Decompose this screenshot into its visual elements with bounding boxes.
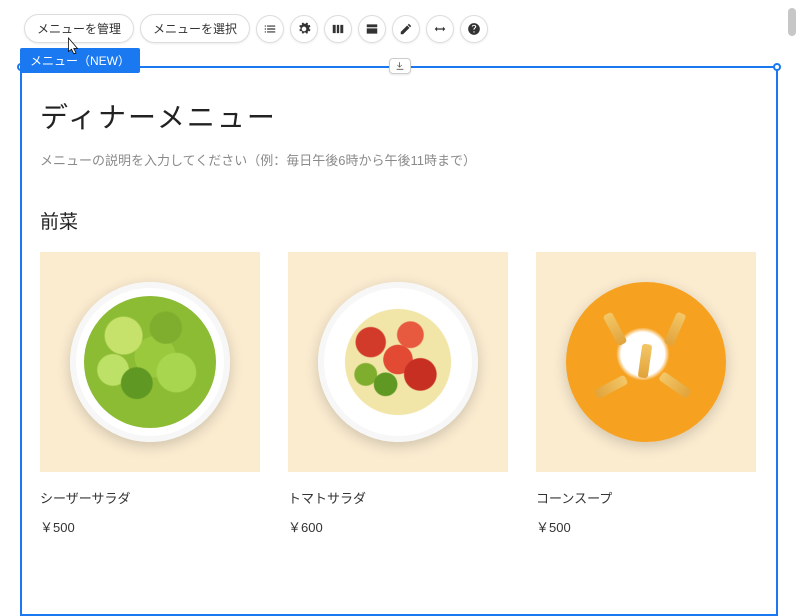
dish-card[interactable]: トマトサラダ ￥600	[288, 252, 508, 536]
list-icon[interactable]	[256, 15, 284, 43]
dish-grid: シーザーサラダ ￥500 トマトサラダ ￥600 コーンスープ ￥500	[40, 252, 758, 536]
dish-price: ￥600	[288, 517, 508, 536]
layout-icon[interactable]	[358, 15, 386, 43]
menu-canvas: ディナーメニュー メニューの説明を入力してください（例：毎日午後6時から午後11…	[20, 66, 778, 586]
dish-image	[288, 252, 508, 472]
pencil-icon[interactable]	[392, 15, 420, 43]
cursor-pointer-icon	[64, 36, 82, 58]
help-icon[interactable]	[460, 15, 488, 43]
download-icon[interactable]	[389, 58, 411, 74]
scrollbar-thumb[interactable]	[788, 8, 796, 36]
page-title[interactable]: ディナーメニュー	[40, 96, 758, 136]
dish-card[interactable]: コーンスープ ￥500	[536, 252, 756, 536]
arrows-h-icon[interactable]	[426, 15, 454, 43]
dish-name: トマトサラダ	[288, 488, 508, 507]
editor-toolbar: メニューを管理 メニューを選択	[24, 14, 488, 43]
gear-icon[interactable]	[290, 15, 318, 43]
dish-image	[40, 252, 260, 472]
dish-price: ￥500	[536, 517, 756, 536]
page-subtitle[interactable]: メニューの説明を入力してください（例：毎日午後6時から午後11時まで）	[40, 150, 758, 169]
section-heading[interactable]: 前菜	[40, 207, 758, 234]
dish-image	[536, 252, 756, 472]
dish-card[interactable]: シーザーサラダ ￥500	[40, 252, 260, 536]
columns-icon[interactable]	[324, 15, 352, 43]
dish-name: シーザーサラダ	[40, 488, 260, 507]
dish-name: コーンスープ	[536, 488, 756, 507]
select-menu-button[interactable]: メニューを選択	[140, 14, 250, 43]
dish-price: ￥500	[40, 517, 260, 536]
